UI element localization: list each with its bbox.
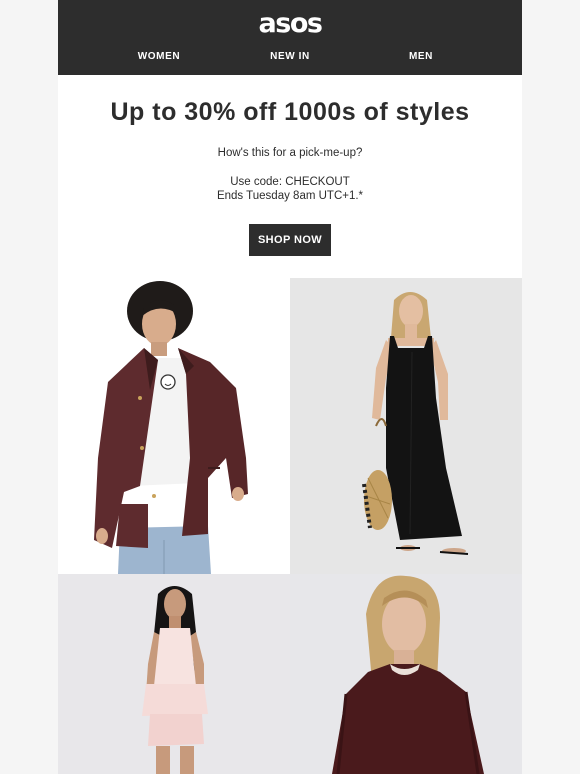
- shop-now-button[interactable]: SHOP NOW: [249, 224, 331, 256]
- jumper-model-illustration: [290, 574, 522, 774]
- nav-new-in[interactable]: NEW IN: [245, 51, 335, 62]
- header: asos WOMEN NEW IN MEN: [58, 0, 522, 75]
- peplum-model-illustration: [58, 574, 290, 774]
- nav-women[interactable]: WOMEN: [114, 51, 204, 62]
- hero-section: Up to 30% off 1000s of styles How's this…: [58, 75, 522, 256]
- email-container: asos WOMEN NEW IN MEN Up to 30% off 1000…: [58, 0, 522, 774]
- promo-code-line: Use code: CHECKOUT: [230, 176, 350, 188]
- promo-ends-line: Ends Tuesday 8am UTC+1.*: [216, 190, 364, 202]
- product-image-peplum-top[interactable]: [58, 574, 290, 774]
- nav-men[interactable]: MEN: [376, 51, 466, 62]
- jacket-model-illustration: [58, 278, 290, 574]
- subtext: How's this for a pick-me-up?: [217, 147, 363, 159]
- product-image-dress[interactable]: [290, 278, 522, 574]
- product-image-jacket[interactable]: [58, 278, 290, 574]
- product-image-jumper[interactable]: [290, 574, 522, 774]
- dress-model-illustration: [290, 278, 522, 574]
- asos-logo[interactable]: asos: [58, 8, 522, 39]
- top-nav: WOMEN NEW IN MEN: [58, 51, 522, 65]
- headline: Up to 30% off 1000s of styles: [110, 98, 470, 126]
